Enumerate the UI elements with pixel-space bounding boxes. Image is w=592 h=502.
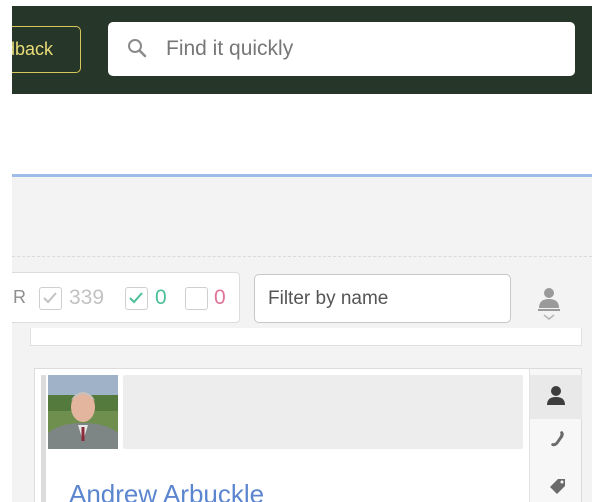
- search-box[interactable]: [108, 22, 575, 76]
- feedback-button[interactable]: dback: [12, 26, 81, 73]
- redacted-details: [123, 375, 523, 449]
- sub-header: [12, 94, 592, 174]
- selected-count: 0: [155, 286, 167, 309]
- all-count: 339: [69, 286, 105, 309]
- top-header: dback: [12, 6, 592, 94]
- search-input[interactable]: [166, 30, 556, 68]
- avatar[interactable]: [48, 375, 118, 449]
- status-count-group: R 339 0 0: [12, 272, 240, 323]
- phone-icon[interactable]: [544, 427, 570, 451]
- unselected-checkbox[interactable]: [185, 287, 208, 310]
- search-icon: [124, 35, 152, 63]
- all-checkbox[interactable]: [39, 287, 62, 310]
- card-accent-bar: [41, 375, 46, 502]
- app-window: dback R 339 0 0: [12, 6, 592, 502]
- contact-name-link[interactable]: Andrew Arbuckle: [69, 479, 264, 502]
- selected-checkbox[interactable]: [125, 287, 148, 310]
- unselected-count: 0: [214, 286, 226, 309]
- contact-card[interactable]: Andrew Arbuckle: [34, 368, 582, 502]
- list-header-band: [30, 328, 582, 346]
- person-sort-icon[interactable]: [534, 284, 564, 324]
- count-prefix: R: [13, 287, 26, 307]
- card-actions: [529, 369, 582, 502]
- dashed-divider: [12, 256, 592, 257]
- filter-by-name-input[interactable]: [254, 274, 511, 323]
- person-icon[interactable]: [530, 375, 582, 419]
- tag-icon[interactable]: [544, 473, 570, 497]
